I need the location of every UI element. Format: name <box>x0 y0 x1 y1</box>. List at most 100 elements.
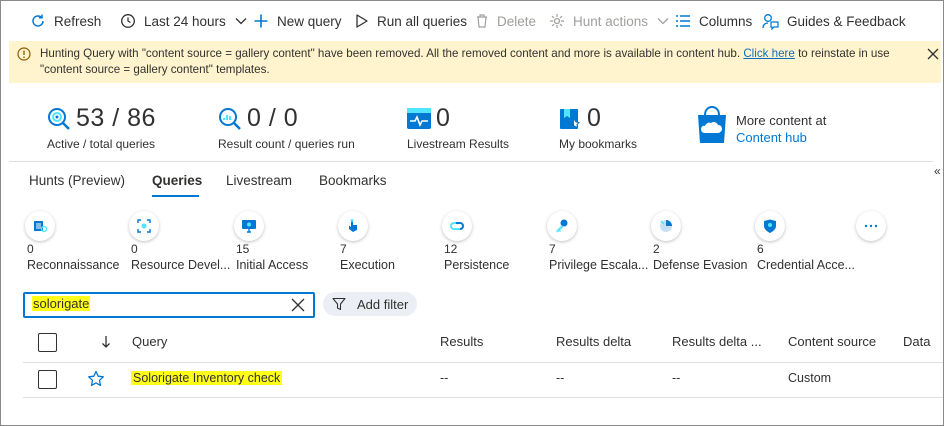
tactic-defense-evasion-button[interactable] <box>651 211 681 241</box>
info-icon <box>17 47 31 61</box>
table-row-results: -- <box>440 371 449 385</box>
tactic-resource-development-count: 0 <box>131 242 138 256</box>
result-count-value: 0 / 0 <box>247 104 299 132</box>
search-input[interactable]: solorigate <box>23 292 315 318</box>
row-checkbox[interactable] <box>38 370 57 389</box>
hunt-actions-dropdown[interactable]: Hunt actions <box>549 1 670 41</box>
clock-icon <box>121 14 135 28</box>
column-header-results[interactable]: Results <box>440 334 483 349</box>
tab-queries[interactable]: Queries <box>152 173 202 188</box>
column-header-content-source[interactable]: Content source <box>788 334 876 349</box>
time-range-dropdown[interactable]: Last 24 hours <box>120 1 248 41</box>
table-row-divider <box>23 397 943 398</box>
tactic-execution-count: 7 <box>340 242 347 256</box>
more-icon <box>864 224 878 228</box>
sort-down-arrow-icon[interactable] <box>101 335 111 349</box>
query-name[interactable]: Solorigate Inventory check <box>131 371 283 385</box>
collapse-panel-icon[interactable]: « <box>934 164 941 178</box>
play-icon <box>356 14 368 28</box>
banner-message: Hunting Query with "content source = gal… <box>40 47 744 60</box>
search-value: solorigate <box>32 296 91 311</box>
chevron-down-icon <box>235 18 247 25</box>
columns-icon <box>676 15 690 27</box>
refresh-icon <box>32 14 44 27</box>
credential-access-icon <box>764 219 776 233</box>
tactic-privilege-escalation-count: 7 <box>549 242 556 256</box>
column-header-results-delta-pct[interactable]: Results delta ... <box>672 334 762 349</box>
tactic-privilege-escalation-name: Privilege Escala... <box>549 258 649 272</box>
privilege-escalation-icon <box>556 219 568 233</box>
active-total-value: 53 / 86 <box>76 104 156 132</box>
tactic-persistence-button[interactable] <box>442 211 472 241</box>
guides-feedback-icon <box>762 13 779 30</box>
tactic-initial-access-button[interactable] <box>234 211 264 241</box>
active-queries-icon <box>48 108 70 130</box>
bookmarks-value: 0 <box>587 104 602 132</box>
content-hub-label: More content at <box>736 113 827 128</box>
table-row-query[interactable]: Solorigate Inventory check <box>131 371 283 385</box>
clear-search-icon[interactable] <box>291 298 305 312</box>
column-header-data[interactable]: Data <box>903 334 943 349</box>
add-filter-label: Add filter <box>357 296 409 312</box>
content-hub-link[interactable]: Content hub <box>736 130 807 145</box>
table-header-divider <box>23 362 943 363</box>
result-count-label: Result count / queries run <box>218 137 355 151</box>
tactic-privilege-escalation-button[interactable] <box>547 211 577 241</box>
new-query-button[interactable]: New query <box>253 1 342 41</box>
plus-icon <box>254 14 268 28</box>
add-filter-button[interactable]: Add filter <box>323 292 417 316</box>
tactic-initial-access-count: 15 <box>236 242 250 256</box>
favorite-star-icon[interactable] <box>87 370 105 388</box>
tactic-resource-development-button[interactable] <box>129 211 159 241</box>
tactic-credential-access-button[interactable] <box>755 211 785 241</box>
info-banner: Hunting Query with "content source = gal… <box>9 41 941 83</box>
more-tactics-button[interactable] <box>856 211 886 241</box>
chevron-down-icon <box>657 18 669 25</box>
tactic-reconnaissance-count: 0 <box>27 242 34 256</box>
tactic-resource-development-name: Resource Devel... <box>131 258 231 272</box>
banner-text: Hunting Query with "content source = gal… <box>40 46 900 78</box>
tactic-defense-evasion-count: 2 <box>653 242 660 256</box>
header-divider <box>9 161 933 162</box>
table-row-results-delta-pct: -- <box>672 371 681 385</box>
tactic-credential-access-name: Credential Acce... <box>757 258 855 272</box>
tactic-reconnaissance-button[interactable] <box>25 211 55 241</box>
refresh-button[interactable]: Refresh <box>30 1 101 41</box>
delete-label: Delete <box>497 13 537 29</box>
tactic-defense-evasion-name: Defense Evasion <box>653 258 748 272</box>
click-here-link[interactable]: Click here <box>743 47 795 60</box>
columns-button[interactable]: Columns <box>675 1 752 41</box>
hunt-actions-label: Hunt actions <box>573 13 649 29</box>
bookmarks-label: My bookmarks <box>559 137 638 151</box>
livestream-value: 0 <box>436 104 451 132</box>
bookmarks-icon <box>560 109 581 129</box>
tab-bookmarks[interactable]: Bookmarks <box>319 173 387 188</box>
tab-hunts-preview[interactable]: Hunts (Preview) <box>29 173 125 188</box>
tactic-execution-button[interactable] <box>338 211 368 241</box>
new-query-label: New query <box>277 13 342 29</box>
run-all-queries-button[interactable]: Run all queries <box>355 1 467 41</box>
active-tab-indicator <box>152 195 199 197</box>
refresh-label: Refresh <box>54 13 102 29</box>
guides-feedback-label: Guides & Feedback <box>787 13 906 29</box>
time-range-label: Last 24 hours <box>144 13 226 29</box>
guides-feedback-button[interactable]: Guides & Feedback <box>762 1 906 41</box>
tab-livestream[interactable]: Livestream <box>226 173 292 188</box>
persistence-icon <box>450 222 464 230</box>
table-row-results-delta: -- <box>556 371 565 385</box>
delete-button[interactable]: Delete <box>475 1 536 41</box>
result-count-icon <box>219 108 241 130</box>
livestream-icon <box>407 108 431 129</box>
table-row-content-source: Custom <box>788 371 832 385</box>
column-header-results-delta[interactable]: Results delta <box>556 334 631 349</box>
tactic-persistence-name: Persistence <box>444 258 510 272</box>
tactic-initial-access-name: Initial Access <box>236 258 309 272</box>
column-header-query[interactable]: Query <box>132 334 167 349</box>
select-all-checkbox[interactable] <box>38 333 57 352</box>
trash-icon <box>477 14 487 28</box>
close-icon[interactable] <box>927 48 939 60</box>
columns-label: Columns <box>699 13 753 29</box>
filter-icon <box>332 297 346 311</box>
tactic-credential-access-count: 6 <box>757 242 764 256</box>
tactic-persistence-count: 12 <box>444 242 458 256</box>
